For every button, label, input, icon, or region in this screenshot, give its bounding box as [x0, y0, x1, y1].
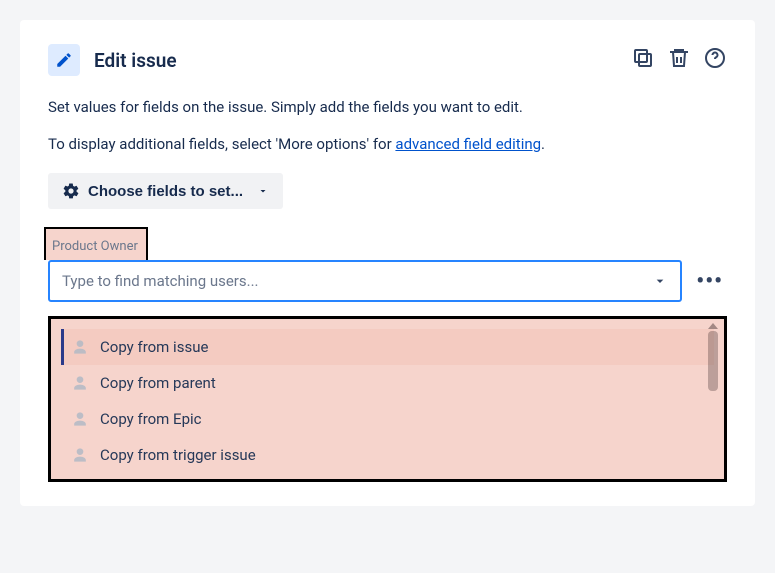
copy-icon[interactable]: [631, 46, 655, 74]
field-row: Type to find matching users... •••: [48, 260, 727, 302]
dropdown-item-label: Copy from Epic: [100, 410, 202, 428]
scroll-up-arrow: [708, 323, 718, 329]
panel-title: Edit issue: [94, 49, 177, 72]
person-icon: [70, 337, 90, 357]
dropdown-item-copy-from-trigger-issue[interactable]: Copy from trigger issue: [61, 437, 714, 473]
description-2-suffix: .: [541, 135, 545, 153]
dropdown-item-label: Copy from issue: [100, 338, 208, 356]
header-actions: [631, 46, 727, 74]
field-label-highlight: Product Owner: [44, 227, 148, 260]
chevron-down-icon: [257, 185, 269, 197]
dropdown-item-label: Copy from parent: [100, 374, 216, 392]
select-placeholder: Type to find matching users...: [62, 272, 259, 290]
dropdown-item-label: Copy from trigger issue: [100, 446, 256, 464]
panel-header: Edit issue: [48, 44, 727, 76]
scrollbar[interactable]: [708, 331, 718, 467]
field-label: Product Owner: [46, 239, 138, 254]
description-2-prefix: To display additional fields, select 'Mo…: [48, 135, 395, 153]
dropdown-menu: Copy from issue Copy from parent Copy fr…: [48, 316, 727, 482]
person-icon: [70, 445, 90, 465]
scroll-thumb[interactable]: [708, 331, 718, 391]
dropdown-item-copy-from-issue[interactable]: Copy from issue: [61, 329, 714, 365]
trash-icon[interactable]: [667, 46, 691, 74]
edit-issue-panel: Edit issue Set values for fields on the …: [20, 20, 755, 506]
choose-fields-button[interactable]: Choose fields to set...: [48, 173, 283, 209]
dropdown-item-copy-from-epic[interactable]: Copy from Epic: [61, 401, 714, 437]
person-icon: [70, 373, 90, 393]
advanced-editing-link[interactable]: advanced field editing: [395, 135, 541, 153]
more-options-button[interactable]: •••: [692, 269, 727, 294]
pencil-icon: [48, 44, 80, 76]
dropdown-item-copy-from-parent[interactable]: Copy from parent: [61, 365, 714, 401]
description-1: Set values for fields on the issue. Simp…: [48, 96, 727, 119]
person-icon: [70, 409, 90, 429]
description-2: To display additional fields, select 'Mo…: [48, 133, 727, 156]
title-group: Edit issue: [48, 44, 177, 76]
choose-fields-label: Choose fields to set...: [88, 183, 243, 200]
product-owner-select[interactable]: Type to find matching users...: [48, 260, 682, 302]
help-icon[interactable]: [703, 46, 727, 74]
gear-icon: [62, 182, 80, 200]
chevron-down-icon: [652, 273, 668, 289]
